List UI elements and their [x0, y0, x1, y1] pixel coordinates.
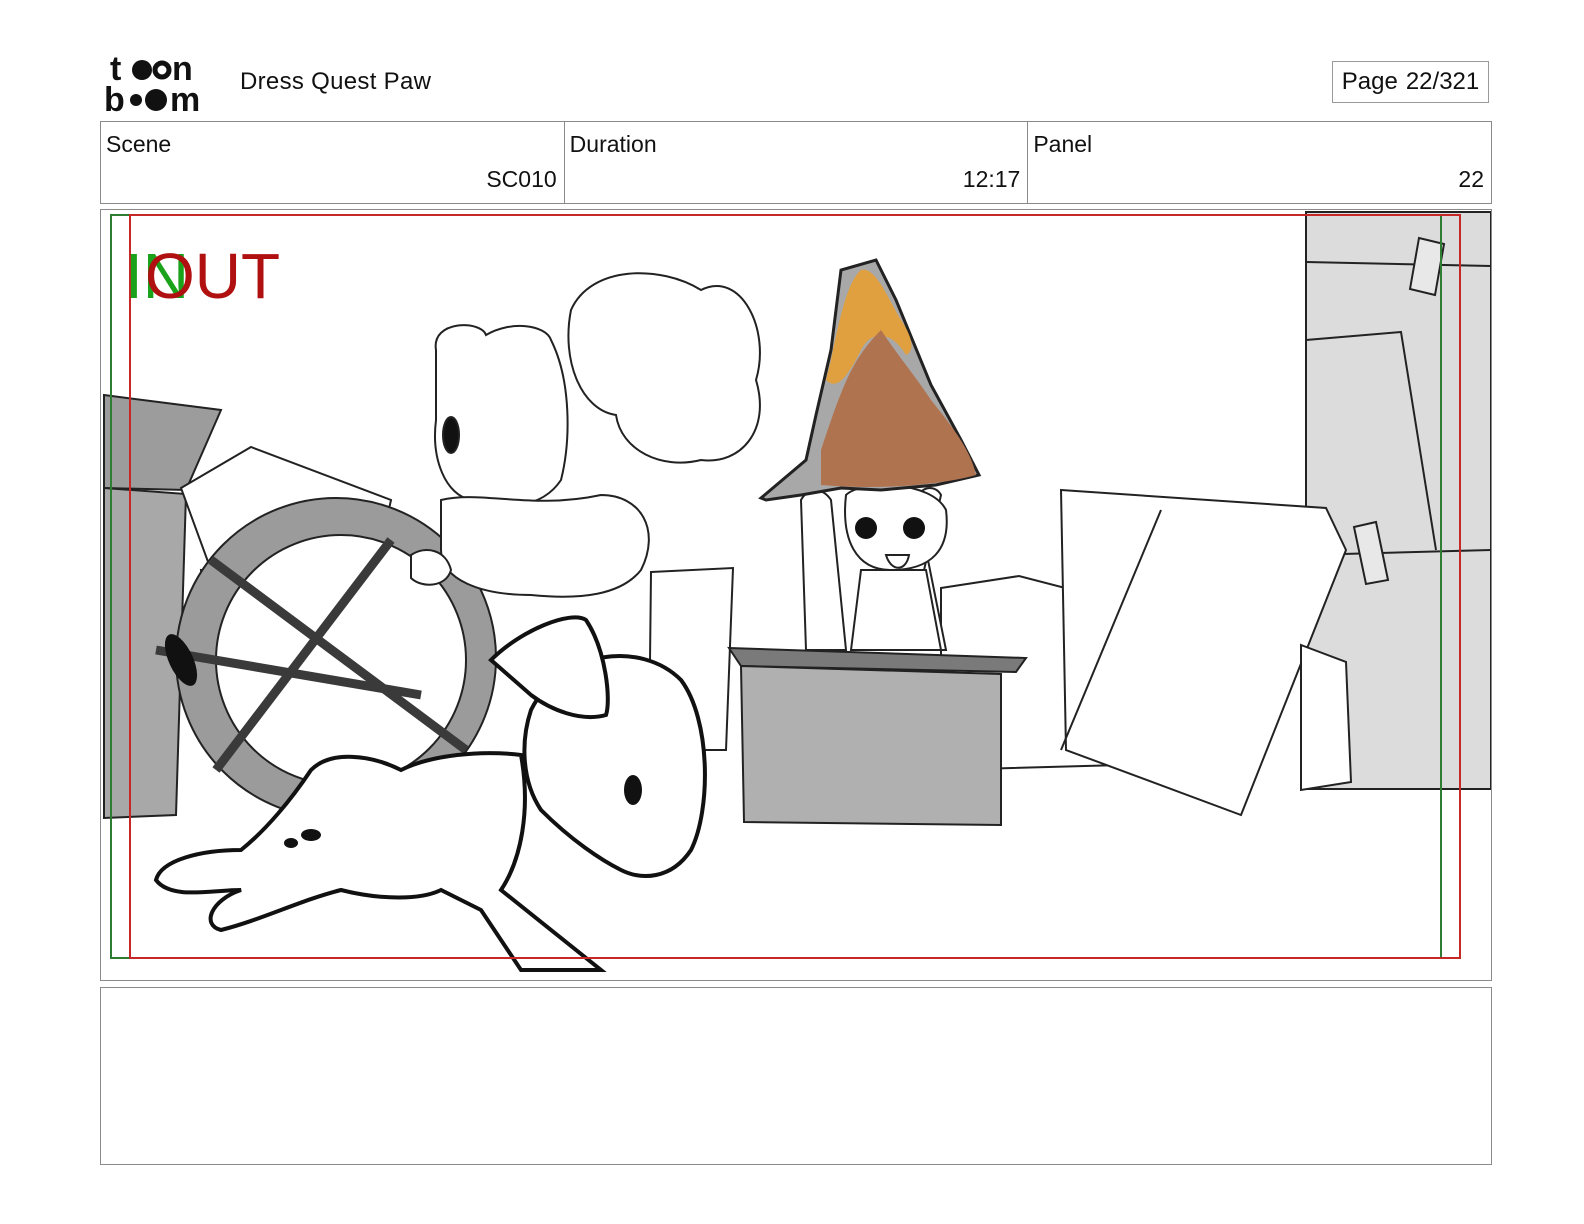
panel-drawing: IN OUT [103, 211, 1491, 972]
scene-info-table: Scene SC010 Duration 12:17 Panel 22 [100, 121, 1492, 204]
grey-box [727, 646, 1028, 827]
scene-label: Scene [106, 131, 172, 157]
project-title: Dress Quest Paw [240, 68, 432, 95]
page-indicator: Page 22/321 [1332, 61, 1489, 103]
panel-value: 22 [1458, 166, 1485, 192]
scene-cell: Scene SC010 [101, 122, 564, 203]
panel-label: Panel [1033, 131, 1093, 157]
duration-label: Duration [569, 131, 657, 157]
storyboard-panel: IN OUT [100, 209, 1492, 981]
out-marker: OUT [145, 240, 280, 312]
page-number: 22/321 [1405, 68, 1480, 95]
duration-cell: Duration 12:17 [563, 122, 1028, 203]
scene-value: SC010 [486, 166, 557, 192]
toonboom-logo: toonboom t n b m [104, 50, 200, 114]
panel-cell: Panel 22 [1027, 122, 1491, 203]
panel-notes[interactable] [100, 987, 1492, 1165]
svg-text:b: b [104, 81, 125, 114]
girl-character [410, 272, 761, 598]
page-label: Page [1341, 68, 1398, 95]
duration-value: 12:17 [962, 166, 1021, 192]
svg-text:m: m [170, 81, 200, 114]
